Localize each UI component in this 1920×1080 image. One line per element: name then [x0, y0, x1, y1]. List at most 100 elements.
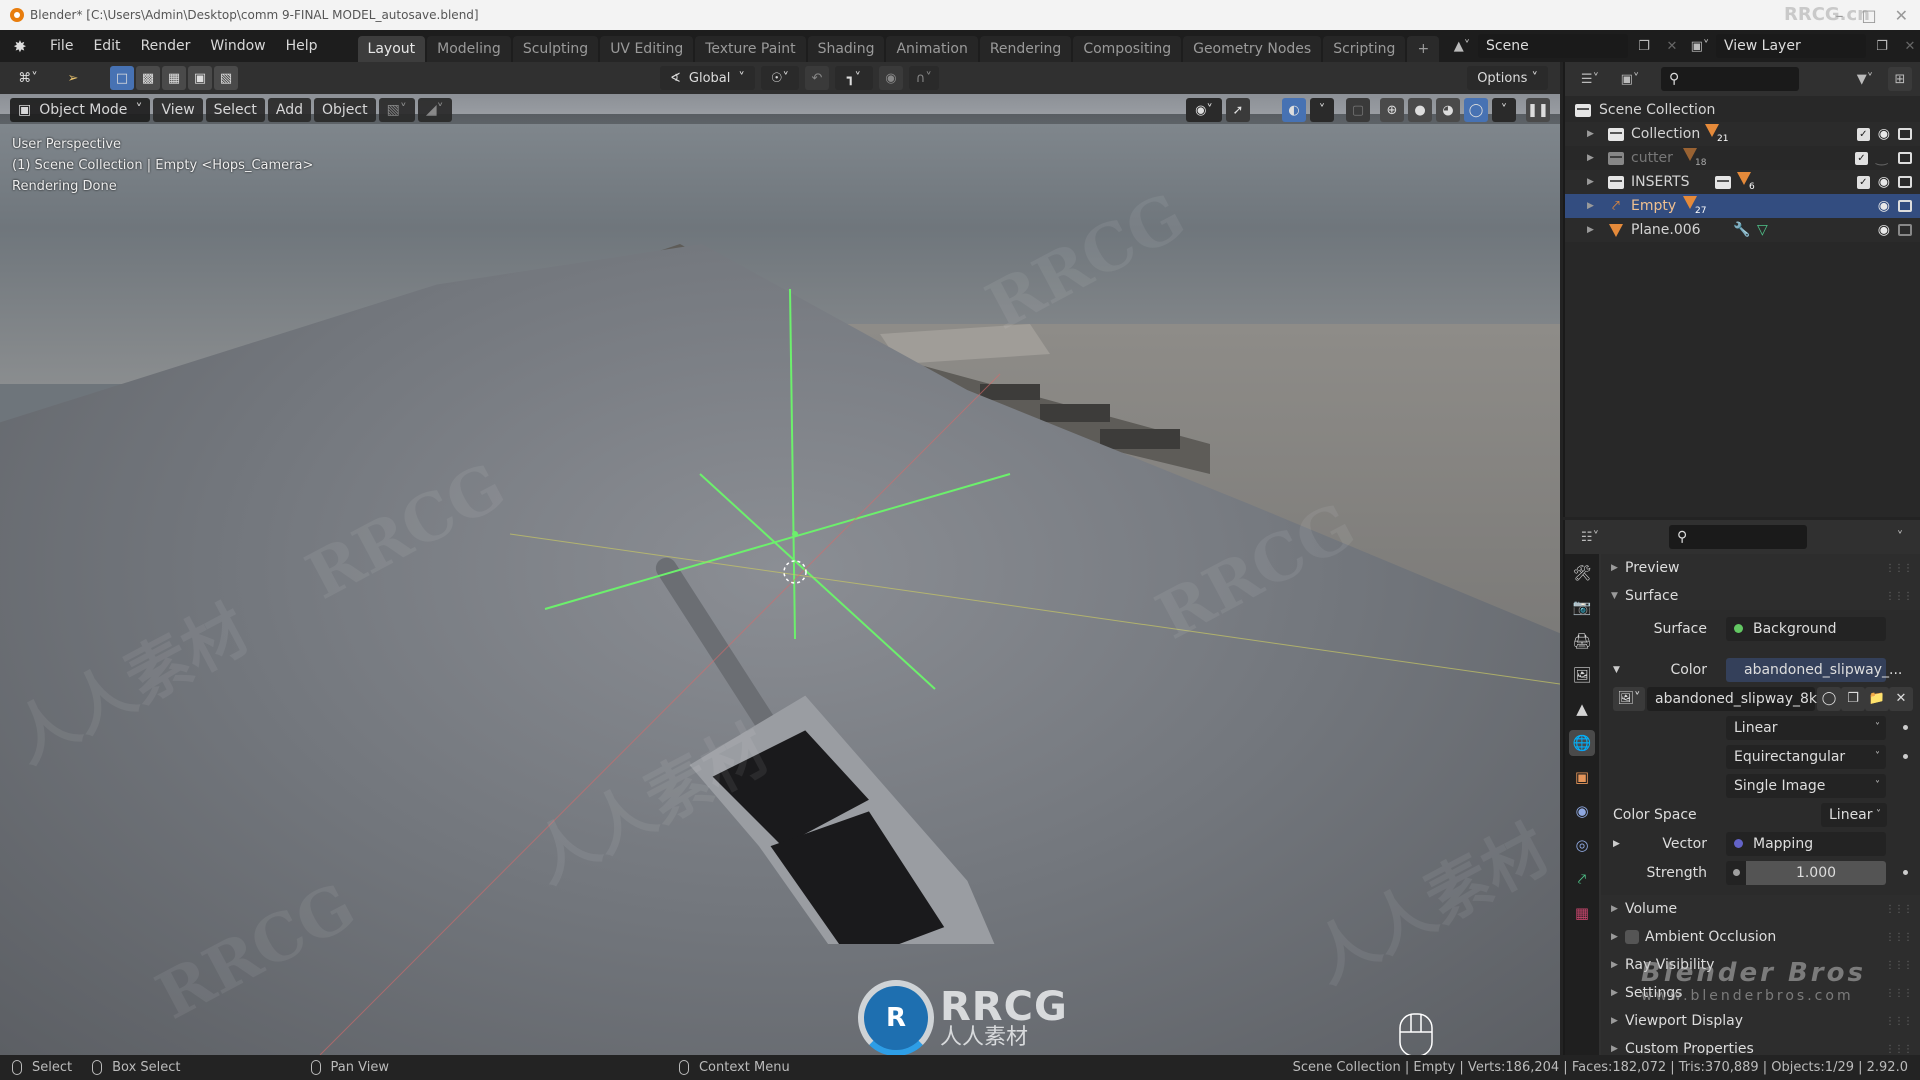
- tweak-tool-icon[interactable]: ➢: [58, 66, 88, 90]
- pause-render-icon[interactable]: ❚❚: [1526, 98, 1550, 122]
- blender-menu-icon[interactable]: ✸: [0, 37, 40, 56]
- properties-options-icon[interactable]: ˅: [1888, 525, 1912, 549]
- transform-orientation-dropdown[interactable]: ∢ Global ˅: [660, 66, 755, 90]
- exclude-checkbox[interactable]: ✓: [1856, 175, 1870, 189]
- modifier-wrench-icon[interactable]: 🔧: [1733, 222, 1750, 238]
- object-data-tab-icon[interactable]: ⤤: [1569, 866, 1595, 892]
- mesh-data-icon[interactable]: ▽: [1757, 222, 1768, 238]
- collapse-arrow-icon[interactable]: ▼: [1613, 665, 1620, 675]
- physics-tab-icon[interactable]: ◉: [1569, 798, 1595, 824]
- strength-field[interactable]: 1.000: [1726, 860, 1886, 885]
- shading-dropdown-icon[interactable]: ˅: [1492, 98, 1516, 122]
- close-window-button[interactable]: ✕: [1895, 6, 1908, 25]
- unlink-image-icon[interactable]: ✕: [1889, 686, 1913, 711]
- falloff-icon[interactable]: ∩˅: [908, 66, 939, 90]
- 3d-viewport[interactable]: RRCG RRCG RRCG RRCG 人人素材 人人素材 人人素材 ▣Obje…: [0, 94, 1560, 1055]
- fake-user-shield-icon[interactable]: ◯: [1817, 686, 1841, 711]
- xray-icon[interactable]: ▢: [1346, 98, 1370, 122]
- select-subtract-icon[interactable]: ▦: [162, 66, 186, 90]
- new-scene-icon[interactable]: ❐: [1632, 34, 1656, 58]
- eye-icon[interactable]: ◉: [1878, 126, 1890, 142]
- snap-target-icon[interactable]: ┓˅: [834, 66, 873, 90]
- drag-handle-icon[interactable]: ⋮⋮⋮: [1885, 960, 1913, 971]
- wireframe-shading-icon[interactable]: ⊕: [1380, 98, 1404, 122]
- rendered-shading-icon[interactable]: ◯: [1464, 98, 1488, 122]
- outliner-row-collection[interactable]: ▶ Collection 21 ✓ ◉: [1565, 122, 1920, 146]
- select-invert-icon[interactable]: ▣: [188, 66, 212, 90]
- render-tab-icon[interactable]: 📷: [1569, 594, 1595, 620]
- image-source-dropdown[interactable]: Single Image ˅: [1726, 773, 1886, 798]
- exclude-checkbox[interactable]: ✓: [1856, 127, 1870, 141]
- vector-input-field[interactable]: Mapping: [1726, 831, 1886, 856]
- world-tab-icon[interactable]: 🌐: [1569, 730, 1595, 756]
- keyframe-dot[interactable]: [1903, 754, 1908, 759]
- solid-shading-icon[interactable]: ●: [1408, 98, 1432, 122]
- properties-editor-type-icon[interactable]: ☷˅: [1573, 525, 1607, 549]
- mesh-count-badge[interactable]: 6: [1737, 172, 1755, 192]
- overlays-icon[interactable]: ◐: [1282, 98, 1306, 122]
- drag-handle-icon[interactable]: ⋮⋮⋮: [1885, 563, 1913, 574]
- tab-compositing[interactable]: Compositing: [1073, 36, 1182, 62]
- tab-uv-editing[interactable]: UV Editing: [600, 36, 694, 62]
- open-folder-icon[interactable]: 📁: [1865, 686, 1889, 711]
- proportional-edit-icon[interactable]: ◉: [878, 66, 903, 90]
- scene-name-field[interactable]: Scene: [1478, 34, 1628, 58]
- panel-surface[interactable]: ▼ Surface ⋮⋮⋮: [1601, 582, 1920, 610]
- menu-select[interactable]: Select: [205, 98, 265, 122]
- panel-ambient-occlusion[interactable]: ▶ Ambient Occlusion ⋮⋮⋮: [1601, 923, 1920, 951]
- menu-object[interactable]: Object: [313, 98, 376, 122]
- select-intersect-icon[interactable]: ▧: [214, 66, 238, 90]
- add-workspace-button[interactable]: +: [1407, 36, 1440, 62]
- scene-selector-icon[interactable]: ▲˅: [1450, 34, 1474, 58]
- menu-file[interactable]: File: [40, 38, 83, 54]
- mesh-count-badge[interactable]: 27: [1683, 196, 1706, 216]
- properties-search-input[interactable]: ⚲: [1669, 525, 1807, 549]
- overlays-dropdown-icon[interactable]: ˅: [1310, 98, 1334, 122]
- object-tab-icon[interactable]: ▣: [1569, 764, 1595, 790]
- editor-type-icon[interactable]: ⌘˅: [10, 66, 46, 90]
- ambient-occlusion-checkbox[interactable]: [1625, 930, 1639, 944]
- render-camera-icon[interactable]: [1898, 176, 1912, 188]
- mode-dropdown[interactable]: ▣ Object Mode ˅: [10, 98, 151, 122]
- surface-shader-field[interactable]: Background: [1726, 616, 1886, 641]
- expand-arrow-icon[interactable]: ▶: [1587, 153, 1599, 163]
- color-space-dropdown[interactable]: Linear ˅: [1821, 802, 1887, 827]
- render-camera-icon[interactable]: [1898, 128, 1912, 140]
- delete-view-layer-icon[interactable]: ✕: [1898, 34, 1920, 58]
- constraints-tab-icon[interactable]: ◎: [1569, 832, 1595, 858]
- drag-handle-icon[interactable]: ⋮⋮⋮: [1885, 904, 1913, 915]
- interpolation-dropdown[interactable]: Linear ˅: [1726, 715, 1886, 740]
- outliner-row-empty[interactable]: ▶ ⤤ Empty 27 ◉: [1565, 194, 1920, 218]
- keyframe-dot[interactable]: [1903, 725, 1908, 730]
- panel-volume[interactable]: ▶ Volume ⋮⋮⋮: [1601, 895, 1920, 923]
- boxcutter-icon[interactable]: ◢˅: [417, 98, 452, 122]
- tab-animation[interactable]: Animation: [886, 36, 978, 62]
- tab-texture-paint[interactable]: Texture Paint: [695, 36, 806, 62]
- outliner-row-plane-006[interactable]: ▶ Plane.006 🔧 ▽ ◉: [1565, 218, 1920, 242]
- tab-modeling[interactable]: Modeling: [427, 36, 511, 62]
- view-layer-selector-icon[interactable]: ▣˅: [1688, 34, 1712, 58]
- view-layer-tab-icon[interactable]: 🖼: [1569, 662, 1595, 688]
- menu-edit[interactable]: Edit: [83, 38, 130, 54]
- tab-geometry-nodes[interactable]: Geometry Nodes: [1183, 36, 1322, 62]
- texture-tab-icon[interactable]: ▦: [1569, 900, 1595, 926]
- eye-icon[interactable]: ◉: [1878, 198, 1890, 214]
- panel-settings[interactable]: ▶ Settings ⋮⋮⋮: [1601, 979, 1920, 1007]
- image-name-field[interactable]: abandoned_slipway_8k....: [1647, 686, 1835, 711]
- pivot-point-icon[interactable]: ☉˅: [760, 66, 799, 90]
- eye-closed-icon[interactable]: ‿: [1876, 150, 1890, 166]
- outliner-row-cutter[interactable]: ▶ cutter 18 ✓ ‿: [1565, 146, 1920, 170]
- drag-handle-icon[interactable]: ⋮⋮⋮: [1885, 988, 1913, 999]
- render-camera-icon[interactable]: [1898, 152, 1912, 164]
- menu-add[interactable]: Add: [267, 98, 311, 122]
- filter-icon[interactable]: ▼˅: [1848, 67, 1882, 91]
- eye-icon[interactable]: ◉: [1878, 222, 1890, 238]
- scene-tab-icon[interactable]: ▲: [1569, 696, 1595, 722]
- select-new-icon[interactable]: □: [110, 66, 134, 90]
- gizmo-icon[interactable]: ➚: [1226, 98, 1250, 122]
- tab-rendering[interactable]: Rendering: [979, 36, 1072, 62]
- view-layer-filter-icon[interactable]: ▣˅: [1613, 67, 1647, 91]
- render-disabled-icon[interactable]: [1898, 224, 1912, 236]
- expand-arrow-icon[interactable]: ▶: [1587, 129, 1599, 139]
- menu-help[interactable]: Help: [276, 38, 328, 54]
